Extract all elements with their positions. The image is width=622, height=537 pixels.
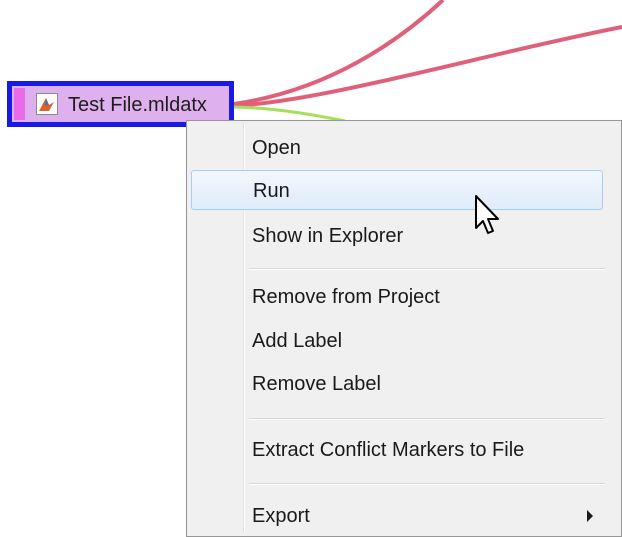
menu-item-label: Remove Label <box>252 373 381 395</box>
dependency-graph-canvas[interactable]: Test File.mldatx Open Run Show in Explor… <box>0 0 622 537</box>
menu-item-label: Extract Conflict Markers to File <box>252 439 525 461</box>
menu-item-add-label[interactable]: Add Label <box>191 321 603 361</box>
matlab-file-icon <box>36 93 58 115</box>
dependency-edge <box>233 25 622 108</box>
dependency-edge <box>233 0 445 106</box>
menu-separator <box>249 483 605 485</box>
menu-item-extract-conflict-markers[interactable]: Extract Conflict Markers to File <box>191 430 603 470</box>
context-menu: Open Run Show in Explorer Remove from Pr… <box>186 120 622 537</box>
menu-item-remove-label[interactable]: Remove Label <box>191 364 603 404</box>
file-node-label: Test File.mldatx <box>68 94 207 116</box>
menu-separator <box>249 418 605 420</box>
menu-item-label: Export <box>252 505 310 527</box>
menu-item-show-in-explorer[interactable]: Show in Explorer <box>191 216 603 256</box>
submenu-arrow-icon <box>587 510 593 522</box>
menu-item-remove-from-project[interactable]: Remove from Project <box>191 277 603 317</box>
mouse-pointer-icon <box>475 195 499 234</box>
menu-item-label: Show in Explorer <box>252 225 404 247</box>
menu-item-label: Run <box>253 180 290 202</box>
menu-item-open[interactable]: Open <box>191 128 603 168</box>
menu-item-run[interactable]: Run <box>191 170 603 210</box>
node-label-stripe <box>14 88 25 120</box>
menu-separator <box>249 268 605 270</box>
menu-item-label: Add Label <box>252 330 343 352</box>
menu-item-label: Open <box>252 137 301 159</box>
menu-item-export[interactable]: Export <box>191 496 603 536</box>
dependency-edge <box>233 105 346 123</box>
menu-item-label: Remove from Project <box>252 286 440 308</box>
